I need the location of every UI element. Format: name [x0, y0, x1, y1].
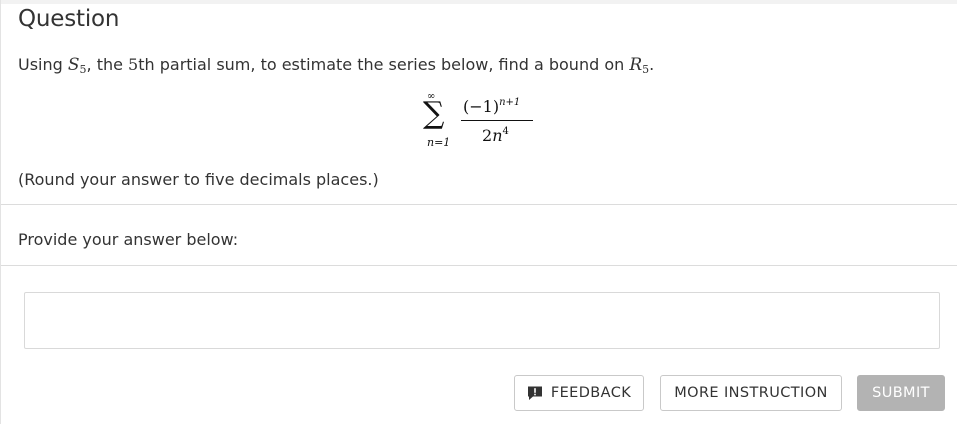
- fraction-numerator: (−1)n+1: [463, 97, 521, 116]
- rounding-instruction: (Round your answer to five decimals plac…: [18, 170, 379, 189]
- series-formula: ∞ ∑ n=1 (−1)n+1 2n4: [421, 92, 546, 154]
- answer-input[interactable]: [24, 292, 940, 349]
- prompt-text-before: Using: [18, 55, 68, 74]
- top-bar: [1, 0, 957, 4]
- nth-number: 5: [128, 55, 139, 74]
- more-instruction-button[interactable]: MORE INSTRUCTION: [660, 375, 842, 411]
- remainder-symbol: R5: [629, 55, 650, 76]
- submit-button-label: SUBMIT: [872, 385, 930, 401]
- fraction-denominator: 2n4: [482, 126, 509, 145]
- partial-sum-symbol: S5: [67, 55, 87, 76]
- feedback-button[interactable]: FEEDBACK: [514, 375, 644, 411]
- feedback-button-label: FEEDBACK: [550, 385, 632, 401]
- question-prompt: Using S5, the 5th partial sum, to estima…: [18, 55, 654, 76]
- divider: [1, 204, 957, 205]
- sum-lower-limit: n=1: [427, 136, 451, 149]
- prompt-text-middle: , the: [86, 55, 129, 74]
- more-instruction-label: MORE INSTRUCTION: [674, 385, 828, 401]
- fraction-bar: [461, 120, 533, 121]
- answer-label: Provide your answer below:: [18, 230, 239, 249]
- submit-button[interactable]: SUBMIT: [857, 375, 945, 411]
- prompt-text-after: th partial sum, to estimate the series b…: [138, 55, 630, 74]
- question-page: Question Using S5, the 5th partial sum, …: [0, 0, 957, 424]
- page-title: Question: [18, 6, 120, 32]
- prompt-text-end: .: [649, 55, 655, 74]
- divider: [1, 265, 957, 266]
- feedback-icon: [527, 386, 542, 400]
- summation-sign: ∑: [423, 96, 445, 131]
